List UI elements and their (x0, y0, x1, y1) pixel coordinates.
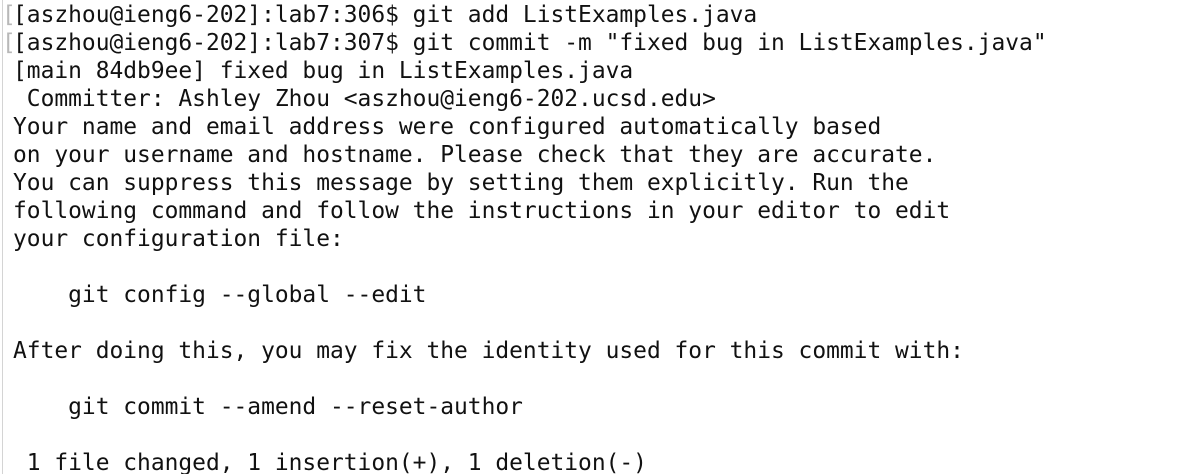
line-text: Your name and email address were configu… (13, 114, 882, 140)
command-mark: [ (2, 2, 16, 28)
line-text: git config --global --edit (13, 282, 427, 308)
line-text: on your username and hostname. Please ch… (13, 142, 937, 168)
terminal-line: following command and follow the instruc… (13, 197, 1047, 225)
terminal-line: You can suppress this message by setting… (13, 169, 1047, 197)
terminal-line: your configuration file: (13, 225, 1047, 253)
terminal-line: git config --global --edit (13, 281, 1047, 309)
line-text: your configuration file: (13, 226, 344, 252)
line-text: After doing this, you may fix the identi… (13, 338, 964, 364)
line-text: [aszhou@ieng6-202]:lab7:307$ git commit … (13, 30, 1047, 56)
terminal-line: 1 file changed, 1 insertion(+), 1 deleti… (13, 449, 1047, 474)
terminal-line: git commit --amend --reset-author (13, 393, 1047, 421)
line-text: You can suppress this message by setting… (13, 170, 909, 196)
terminal-line: After doing this, you may fix the identi… (13, 337, 1047, 365)
terminal-line: on your username and hostname. Please ch… (13, 141, 1047, 169)
terminal-line: Committer: Ashley Zhou <aszhou@ieng6-202… (13, 85, 1047, 113)
line-text: [main 84db9ee] fixed bug in ListExamples… (13, 58, 634, 84)
terminal-left-gutter (2, 0, 3, 474)
line-text: git commit --amend --reset-author (13, 394, 523, 420)
terminal-line: [[aszhou@ieng6-202]:lab7:307$ git commit… (2, 29, 1047, 57)
terminal-output[interactable]: [[aszhou@ieng6-202]:lab7:306$ git add Li… (2, 1, 1047, 474)
line-text: [aszhou@ieng6-202]:lab7:306$ git add Lis… (13, 2, 758, 28)
command-mark: [ (2, 30, 16, 56)
line-text: following command and follow the instruc… (13, 198, 951, 224)
line-text: Committer: Ashley Zhou <aszhou@ieng6-202… (13, 86, 716, 112)
terminal-line: [main 84db9ee] fixed bug in ListExamples… (13, 57, 1047, 85)
line-text: 1 file changed, 1 insertion(+), 1 deleti… (13, 450, 647, 474)
terminal-line: Your name and email address were configu… (13, 113, 1047, 141)
terminal-line: [[aszhou@ieng6-202]:lab7:306$ git add Li… (2, 1, 1047, 29)
terminal-window[interactable]: [[aszhou@ieng6-202]:lab7:306$ git add Li… (0, 0, 1180, 474)
